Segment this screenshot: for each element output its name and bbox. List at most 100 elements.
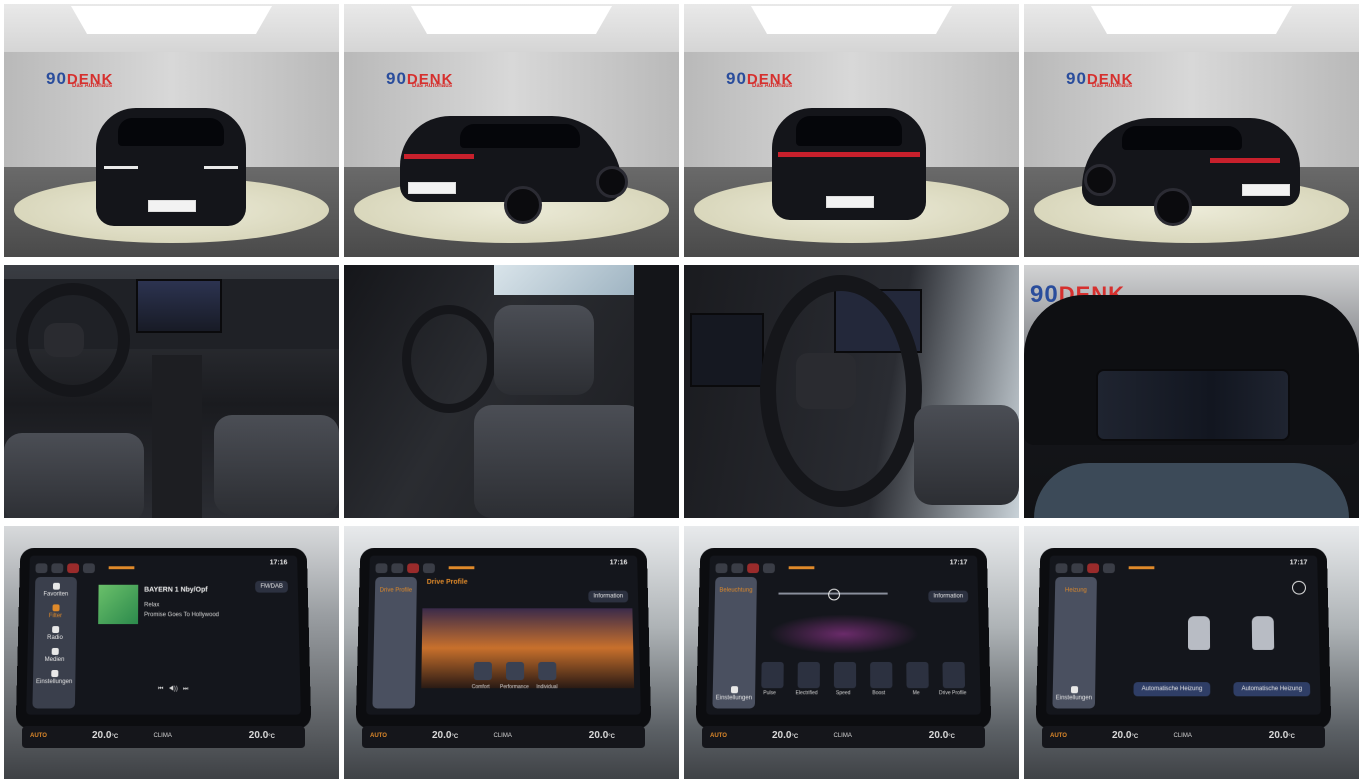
ambient-glow [767, 614, 920, 654]
wheel [1154, 188, 1192, 226]
sidebar-item-radio[interactable]: Radio [34, 626, 76, 642]
infotainment-bezel: 17:16 Favoriten Filter Radio Medien Eins… [15, 547, 312, 729]
center-console [152, 355, 202, 518]
auto-heating-right-button[interactable]: Automatische Heizung [1233, 682, 1311, 697]
sidebar-item-beleuchtung[interactable]: Beleuchtung [715, 587, 757, 595]
seat-driver [494, 305, 594, 395]
clock: 17:17 [1289, 559, 1308, 567]
car-rear-right [1082, 118, 1300, 206]
mode-individual-label: Individual [536, 684, 558, 691]
climate-bar: AUTO 20.0°C CLIMA 20.0°C [21, 726, 306, 748]
temp-left[interactable]: 20.0°C [92, 730, 118, 741]
infotainment-bezel: 17:16 Drive Profile Drive Profile Inform… [355, 547, 652, 729]
wheel [596, 166, 628, 198]
sidebar-item-favoriten[interactable]: Favoriten [35, 582, 77, 599]
track-title: Promise Goes To Hollywood [144, 612, 220, 619]
steering-wheel-top [1034, 463, 1349, 518]
infotainment-display: 17:16 Drive Profile Drive Profile Inform… [366, 555, 641, 715]
climate-clima[interactable]: CLIMA [153, 733, 171, 739]
door-frame [634, 265, 679, 518]
infotainment-display: 17:17 Beleuchtung Einstellungen Informat… [706, 555, 981, 715]
gallery-image-interior-front-seats[interactable] [344, 265, 679, 518]
seat-right-icon[interactable] [1251, 616, 1275, 650]
light-mode-speed[interactable] [833, 661, 857, 689]
mode-individual-tile[interactable] [538, 661, 557, 681]
digital-cockpit-display [1096, 369, 1290, 441]
infotainment-bezel: 17:17 Beleuchtung Einstellungen Informat… [695, 547, 992, 729]
seat-left-icon[interactable] [1187, 616, 1211, 650]
temp-right[interactable]: 20.0°C [249, 730, 275, 741]
sidebar-item-medien[interactable]: Medien [33, 647, 75, 664]
clock: 17:17 [949, 559, 968, 567]
light-mode-electrified[interactable] [797, 661, 820, 689]
clock: 17:16 [609, 559, 628, 567]
mode-performance-label: Performance [499, 684, 529, 691]
steering-wheel [402, 305, 496, 413]
information-button[interactable]: Information [928, 590, 969, 603]
temp-left[interactable]: 20.0°C [432, 730, 458, 741]
gallery-image-exterior-rear[interactable]: 90DENK Das Autohaus [684, 4, 1019, 257]
temp-left[interactable]: 20.0°C [772, 730, 798, 741]
infotainment-display: 17:16 Favoriten Filter Radio Medien Eins… [26, 555, 301, 715]
seat-left [4, 433, 144, 518]
information-button[interactable]: Information [588, 590, 629, 603]
gallery-image-infotainment-drive-profile[interactable]: 17:16 Drive Profile Drive Profile Inform… [344, 526, 679, 779]
sidebar-item-einstellungen[interactable]: Einstellungen [1053, 686, 1096, 702]
sidebar-item-einstellungen[interactable]: Einstellungen [713, 686, 756, 702]
gallery-image-exterior-front[interactable]: 90DENK Das Autohaus [4, 4, 339, 257]
gallery-image-digital-instrument-cluster[interactable]: 90DENK [1024, 265, 1359, 518]
gallery-image-interior-steering-wheel[interactable] [684, 265, 1019, 518]
gallery-image-infotainment-radio[interactable]: 17:16 Favoriten Filter Radio Medien Eins… [4, 526, 339, 779]
light-mode-me[interactable] [906, 661, 929, 689]
instrument-display [690, 313, 764, 387]
sidebar-item-filter[interactable]: Filter [34, 604, 76, 620]
light-mode-me-label: Me [912, 690, 920, 697]
playback-controls[interactable]: ⏮ ◀)) ⏭ [158, 686, 188, 693]
climate-auto[interactable]: AUTO [30, 733, 47, 739]
window [494, 265, 634, 295]
climate-auto[interactable]: AUTO [1050, 733, 1067, 739]
wheel [504, 186, 542, 224]
climate-auto[interactable]: AUTO [710, 733, 727, 739]
auto-heating-left-button[interactable]: Automatische Heizung [1133, 682, 1211, 697]
center-screen [136, 279, 222, 333]
seat-right [214, 415, 339, 515]
station-name: BAYERN 1 Nby/Opf [144, 586, 208, 594]
clock: 17:16 [269, 559, 288, 567]
radio-sidebar: Favoriten Filter Radio Medien Einstellun… [32, 576, 77, 709]
mode-comfort-tile[interactable] [473, 661, 492, 681]
climate-clima[interactable]: CLIMA [833, 733, 851, 739]
climate-bar: AUTO 20.0°C CLIMA 20.0°C [1041, 726, 1326, 748]
gallery-image-interior-cockpit[interactable] [4, 265, 339, 518]
climate-bar: AUTO 20.0°C CLIMA 20.0°C [701, 726, 986, 748]
info-icon[interactable] [1291, 580, 1307, 595]
infotainment-bezel: 17:17 Heizung Einstellungen Automatische… [1035, 547, 1332, 729]
dealer-logo: 90DENK Das Autohaus [46, 69, 114, 89]
sidebar-item-einstellungen[interactable]: Einstellungen [33, 670, 76, 686]
gallery-image-exterior-rear-right[interactable]: 90DENK Das Autohaus [1024, 4, 1359, 257]
temp-left[interactable]: 20.0°C [1112, 730, 1138, 741]
temp-right[interactable]: 20.0°C [589, 730, 615, 741]
gallery-image-infotainment-ambient-light[interactable]: 17:17 Beleuchtung Einstellungen Informat… [684, 526, 1019, 779]
dealer-logo: 90DENK Das Autohaus [1066, 69, 1134, 89]
gallery-image-exterior-rear-left[interactable]: 90DENK Das Autohaus [344, 4, 679, 257]
light-mode-drive-profile[interactable] [942, 661, 966, 689]
seat-sidebar: Heizung Einstellungen [1052, 576, 1097, 709]
sidebar-item-heizung[interactable]: Heizung [1055, 587, 1097, 595]
light-mode-speed-label: Speed [835, 690, 851, 697]
light-mode-pulse-label: Pulse [763, 690, 776, 697]
climate-bar: AUTO 20.0°C CLIMA 20.0°C [361, 726, 646, 748]
sidebar-item-drive-profile[interactable]: Drive Profile [375, 587, 417, 595]
temp-right[interactable]: 20.0°C [929, 730, 955, 741]
brightness-thumb[interactable] [828, 588, 841, 601]
mode-performance-tile[interactable] [506, 661, 525, 681]
source-dropdown[interactable]: FM/DAB [255, 580, 289, 593]
light-mode-boost[interactable] [870, 661, 893, 689]
temp-right[interactable]: 20.0°C [1269, 730, 1295, 741]
light-mode-pulse[interactable] [761, 661, 784, 689]
gallery-image-infotainment-seat-heating[interactable]: 17:17 Heizung Einstellungen Automatische… [1024, 526, 1359, 779]
drive-profile-title: Drive Profile [426, 578, 468, 586]
climate-clima[interactable]: CLIMA [493, 733, 511, 739]
climate-auto[interactable]: AUTO [370, 733, 387, 739]
climate-clima[interactable]: CLIMA [1173, 733, 1191, 739]
